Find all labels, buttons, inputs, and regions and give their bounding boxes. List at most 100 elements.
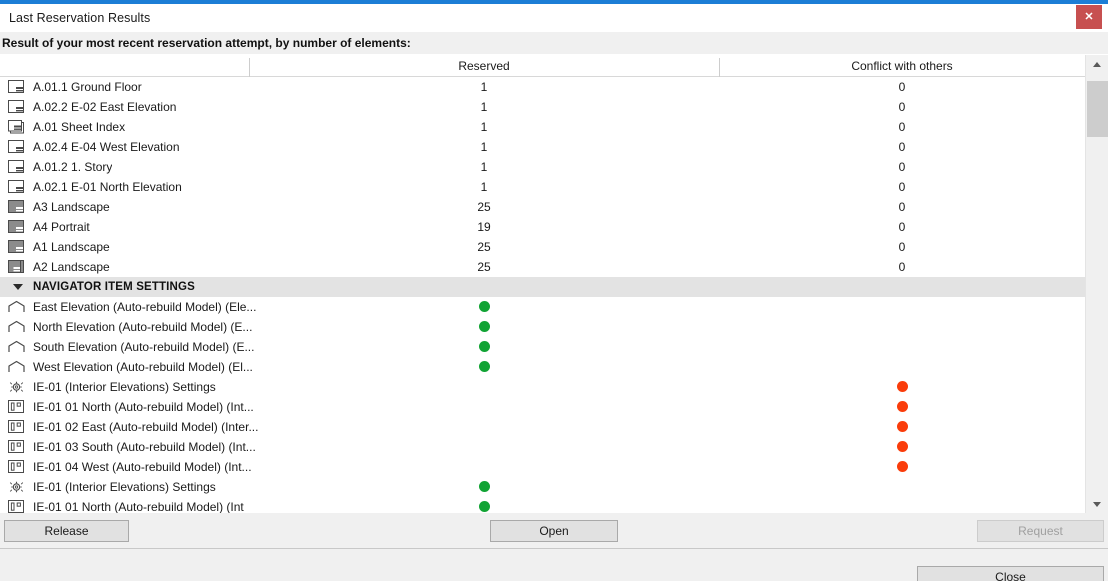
row-label: North Elevation (Auto-rebuild Model) (E.…: [33, 317, 252, 337]
cell-reserved: 1: [249, 177, 719, 197]
table-row[interactable]: A.02.4 E-04 West Elevation10: [0, 137, 1085, 157]
table-row[interactable]: East Elevation (Auto-rebuild Model) (Ele…: [0, 297, 1085, 317]
status-dot-conflict: [897, 401, 908, 412]
table-row[interactable]: West Elevation (Auto-rebuild Model) (El.…: [0, 357, 1085, 377]
cell-reserved: 1: [249, 77, 719, 97]
settings-icon: [8, 380, 25, 394]
column-header-reserved[interactable]: Reserved: [249, 55, 719, 77]
status-dot-conflict: [897, 421, 908, 432]
row-label: East Elevation (Auto-rebuild Model) (Ele…: [33, 297, 256, 317]
expand-triangle-icon[interactable]: [13, 284, 23, 290]
layout-sheet-icon: [8, 140, 25, 154]
table-row[interactable]: A2 Landscape250: [0, 257, 1085, 277]
cell-reserved: 25: [249, 237, 719, 257]
subtitle-text: Result of your most recent reservation a…: [0, 36, 411, 50]
row-label: IE-01 (Interior Elevations) Settings: [33, 477, 216, 497]
cell-reserved: 25: [249, 257, 719, 277]
status-dot-conflict: [897, 381, 908, 392]
status-dot-reserved: [479, 301, 490, 312]
table-row[interactable]: IE-01 (Interior Elevations) Settings: [0, 377, 1085, 397]
table-row[interactable]: IE-01 04 West (Auto-rebuild Model) (Int.…: [0, 457, 1085, 477]
cell-reserved: [249, 317, 719, 337]
table-row[interactable]: South Elevation (Auto-rebuild Model) (E.…: [0, 337, 1085, 357]
cell-reserved: [249, 357, 719, 377]
table-section-header[interactable]: NAVIGATOR ITEM SETTINGS: [0, 277, 1085, 297]
row-label: A3 Landscape: [33, 197, 110, 217]
cell-conflict: [719, 277, 1085, 297]
cell-conflict: [719, 377, 1085, 397]
cell-reserved: [249, 297, 719, 317]
cell-conflict: 0: [719, 157, 1085, 177]
close-button[interactable]: Close: [917, 566, 1104, 581]
cell-conflict: [719, 417, 1085, 437]
layout-sheet-icon: [8, 180, 25, 194]
status-dot-reserved: [479, 361, 490, 372]
table-row[interactable]: IE-01 01 North (Auto-rebuild Model) (Int: [0, 497, 1085, 513]
table-row[interactable]: A.02.1 E-01 North Elevation 10: [0, 177, 1085, 197]
cell-reserved: 25: [249, 197, 719, 217]
table-row[interactable]: A.01 Sheet Index10: [0, 117, 1085, 137]
row-label: A.02.4 E-04 West Elevation: [33, 137, 180, 157]
cell-conflict: [719, 357, 1085, 377]
status-dot-conflict: [897, 461, 908, 472]
table-row[interactable]: A4 Portrait190: [0, 217, 1085, 237]
chevron-up-icon[interactable]: [1086, 55, 1108, 75]
scrollbar-thumb[interactable]: [1087, 81, 1108, 137]
cell-conflict: 0: [719, 237, 1085, 257]
table-row[interactable]: IE-01 03 South (Auto-rebuild Model) (Int…: [0, 437, 1085, 457]
master-layout-stack-icon: [8, 260, 25, 274]
open-button[interactable]: Open: [490, 520, 618, 542]
status-dot-reserved: [479, 501, 490, 512]
table-row[interactable]: A1 Landscape250: [0, 237, 1085, 257]
table-row[interactable]: A.01.1 Ground Floor10: [0, 77, 1085, 97]
cell-reserved: [249, 457, 719, 477]
table-row[interactable]: North Elevation (Auto-rebuild Model) (E.…: [0, 317, 1085, 337]
layout-sheet-icon: [8, 100, 25, 114]
cell-conflict: [719, 437, 1085, 457]
release-button[interactable]: Release: [4, 520, 129, 542]
table-row[interactable]: A.02.2 E-02 East Elevation10: [0, 97, 1085, 117]
layout-sheet-icon: [8, 160, 25, 174]
layout-sheet-icon: [8, 80, 25, 94]
row-label: IE-01 01 North (Auto-rebuild Model) (Int…: [33, 397, 254, 417]
cell-reserved: [249, 497, 719, 513]
cell-conflict: 0: [719, 77, 1085, 97]
cell-conflict: 0: [719, 117, 1085, 137]
row-label: IE-01 02 East (Auto-rebuild Model) (Inte…: [33, 417, 258, 437]
interior-elevation-icon: [8, 440, 25, 454]
chevron-down-icon[interactable]: [1086, 494, 1108, 513]
cell-reserved: [249, 337, 719, 357]
cell-conflict: 0: [719, 137, 1085, 157]
row-label: A.02.2 E-02 East Elevation: [33, 97, 176, 117]
table-row[interactable]: IE-01 02 East (Auto-rebuild Model) (Inte…: [0, 417, 1085, 437]
row-label: A.02.1 E-01 North Elevation: [33, 177, 182, 197]
elevation-icon: [8, 300, 25, 314]
action-bar: Release Open Request: [0, 513, 1108, 549]
table-row[interactable]: IE-01 (Interior Elevations) Settings: [0, 477, 1085, 497]
row-label: IE-01 (Interior Elevations) Settings: [33, 377, 216, 397]
column-header-conflict[interactable]: Conflict with others: [719, 55, 1085, 77]
cell-reserved: [249, 377, 719, 397]
cell-conflict: [719, 457, 1085, 477]
vertical-scrollbar[interactable]: [1085, 55, 1108, 513]
row-label: South Elevation (Auto-rebuild Model) (E.…: [33, 337, 254, 357]
row-label: A4 Portrait: [33, 217, 90, 237]
request-button[interactable]: Request: [977, 520, 1104, 542]
cell-conflict: 0: [719, 257, 1085, 277]
master-layout-icon: [8, 240, 25, 254]
close-icon[interactable]: ✕: [1076, 5, 1102, 29]
last-reservation-results-dialog: Last Reservation Results ✕ Result of you…: [0, 0, 1108, 581]
table-row[interactable]: A3 Landscape250: [0, 197, 1085, 217]
cell-conflict: 0: [719, 177, 1085, 197]
interior-elevation-icon: [8, 400, 25, 414]
cell-reserved: [249, 277, 719, 297]
cell-conflict: [719, 397, 1085, 417]
table-row[interactable]: A.01.2 1. Story10: [0, 157, 1085, 177]
table-body: A.01.1 Ground Floor10A.02.2 E-02 East El…: [0, 77, 1108, 513]
row-label: A.01 Sheet Index: [33, 117, 125, 137]
settings-icon: [8, 480, 25, 494]
status-dot-reserved: [479, 481, 490, 492]
table-row[interactable]: IE-01 01 North (Auto-rebuild Model) (Int…: [0, 397, 1085, 417]
elevation-icon: [8, 320, 25, 334]
cell-conflict: [719, 497, 1085, 513]
